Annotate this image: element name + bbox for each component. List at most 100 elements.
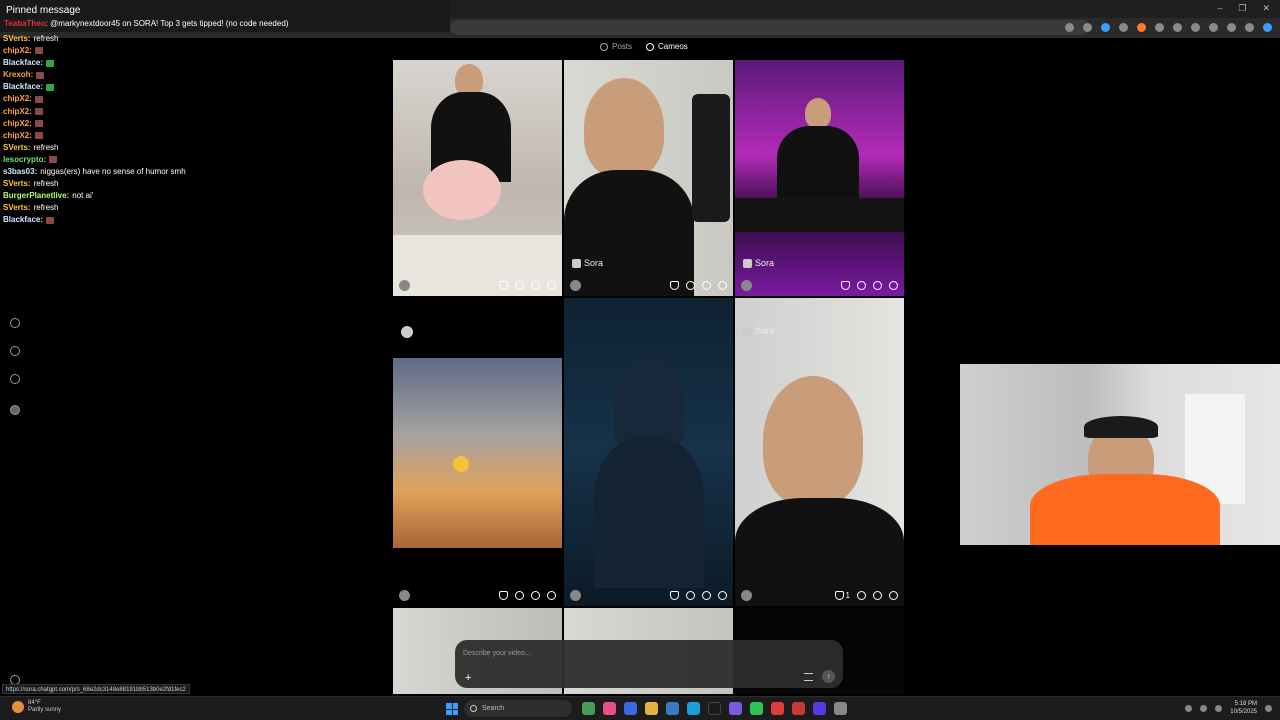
app-icon[interactable]	[666, 702, 679, 715]
like-icon[interactable]	[670, 590, 679, 600]
video-tile[interactable]	[564, 298, 733, 606]
chat-username[interactable]: SVerts:	[3, 179, 31, 188]
more-menu-icon[interactable]	[1245, 23, 1254, 32]
profile-icon[interactable]	[10, 405, 20, 415]
taskbar-search[interactable]: Search	[464, 700, 572, 717]
notifications-bell-icon[interactable]	[10, 374, 20, 384]
favorite-star-icon[interactable]	[1083, 23, 1092, 32]
remix-icon[interactable]	[702, 280, 711, 290]
like-icon[interactable]	[670, 280, 679, 290]
profile-avatar-icon[interactable]	[1227, 23, 1236, 32]
remix-icon[interactable]	[531, 590, 540, 600]
video-tile[interactable]: Sora 1	[735, 298, 904, 606]
chat-username[interactable]: lesocrypto:	[3, 155, 46, 164]
weather-widget[interactable]: 84°F Partly sunny	[12, 700, 61, 714]
chat-username[interactable]: Blackface:	[3, 58, 43, 67]
prompt-input[interactable]: Describe your video...	[463, 650, 531, 657]
video-tile[interactable]: Sora	[564, 60, 733, 296]
video-tile[interactable]: Sora	[735, 60, 904, 296]
notifications-icon[interactable]	[1265, 704, 1272, 712]
chat-username[interactable]: SVerts:	[3, 34, 31, 43]
share-icon[interactable]	[718, 590, 727, 600]
extension-icon[interactable]	[1119, 23, 1128, 32]
comment-icon[interactable]	[857, 280, 866, 290]
creator-avatar[interactable]	[570, 589, 581, 601]
share-icon[interactable]	[547, 590, 556, 600]
app-icon[interactable]	[624, 702, 637, 715]
share-icon[interactable]	[889, 280, 898, 290]
settings-sliders-icon[interactable]	[804, 673, 813, 681]
emote-icon	[49, 156, 58, 164]
like-icon[interactable]	[834, 590, 844, 600]
video-tile[interactable]	[393, 298, 562, 606]
like-icon[interactable]	[499, 280, 508, 290]
clock[interactable]: 5:18 PM 10/5/2025	[1230, 700, 1257, 716]
chat-username[interactable]: chipX2:	[3, 46, 32, 55]
folder-icon[interactable]	[645, 702, 658, 715]
chat-username[interactable]: BurgerPlanetlive:	[3, 191, 69, 200]
favorites-icon[interactable]	[1191, 23, 1200, 32]
chat-username[interactable]: s3bas03:	[3, 167, 37, 176]
browser-icon[interactable]	[687, 702, 700, 715]
send-button[interactable]: ↑	[822, 670, 835, 683]
app-icon[interactable]	[729, 702, 742, 715]
remix-icon[interactable]	[873, 590, 882, 600]
tab-posts[interactable]: Posts	[600, 42, 632, 51]
creator-avatar[interactable]	[570, 279, 581, 291]
extension-icon[interactable]	[1137, 23, 1146, 32]
collections-icon[interactable]	[1209, 23, 1218, 32]
chat-username[interactable]: chipX2:	[3, 131, 32, 140]
restore-button[interactable]: ❐	[1238, 3, 1246, 14]
search-icon[interactable]	[10, 346, 20, 356]
read-aloud-icon[interactable]	[1065, 23, 1074, 32]
chat-username[interactable]: chipX2:	[3, 107, 32, 116]
app-icon[interactable]	[582, 702, 595, 715]
app-icon[interactable]	[603, 702, 616, 715]
remix-icon[interactable]	[873, 280, 882, 290]
chat-username[interactable]: SVerts:	[3, 203, 31, 212]
settings-icon[interactable]	[834, 702, 847, 715]
add-attachment-button[interactable]: +	[465, 672, 471, 684]
close-button[interactable]: ✕	[1262, 3, 1270, 14]
spotify-icon[interactable]	[750, 702, 763, 715]
comment-icon[interactable]	[686, 280, 695, 290]
share-icon[interactable]	[889, 590, 898, 600]
discord-icon[interactable]	[813, 702, 826, 715]
wifi-icon[interactable]	[1200, 704, 1208, 712]
chat-username[interactable]: Krexoh:	[3, 70, 33, 79]
home-icon[interactable]	[10, 318, 20, 328]
chat-username[interactable]: SVerts:	[3, 143, 31, 152]
chat-username[interactable]: Blackface:	[3, 82, 43, 91]
share-icon[interactable]	[547, 280, 556, 290]
app-icon[interactable]	[708, 702, 721, 715]
creator-avatar[interactable]	[399, 589, 410, 601]
comment-icon[interactable]	[857, 590, 866, 600]
creator-avatar[interactable]	[741, 589, 752, 601]
address-bar[interactable]	[450, 20, 1090, 35]
remix-icon[interactable]	[702, 590, 711, 600]
app-icon[interactable]	[792, 702, 805, 715]
comment-icon[interactable]	[515, 280, 524, 290]
tab-cameos[interactable]: Cameos	[646, 42, 688, 51]
app-icon[interactable]	[771, 702, 784, 715]
extensions-puzzle-icon[interactable]	[1155, 23, 1164, 32]
video-tile[interactable]	[393, 60, 562, 296]
copilot-icon[interactable]	[1263, 23, 1272, 32]
share-icon[interactable]	[718, 280, 727, 290]
chat-username[interactable]: Blackface:	[3, 215, 43, 224]
comment-icon[interactable]	[515, 590, 524, 600]
like-icon[interactable]	[499, 590, 508, 600]
split-screen-icon[interactable]	[1173, 23, 1182, 32]
creator-avatar[interactable]	[399, 279, 410, 291]
chat-username[interactable]: chipX2:	[3, 94, 32, 103]
comment-icon[interactable]	[686, 590, 695, 600]
minimize-button[interactable]: –	[1217, 3, 1222, 14]
chat-username[interactable]: chipX2:	[3, 119, 32, 128]
creator-avatar[interactable]	[741, 279, 752, 291]
extension-icon[interactable]	[1101, 23, 1110, 32]
start-button[interactable]	[446, 703, 458, 715]
chevron-up-icon[interactable]	[1185, 704, 1193, 712]
remix-icon[interactable]	[531, 280, 540, 290]
volume-icon[interactable]	[1215, 704, 1223, 712]
like-icon[interactable]	[841, 280, 850, 290]
